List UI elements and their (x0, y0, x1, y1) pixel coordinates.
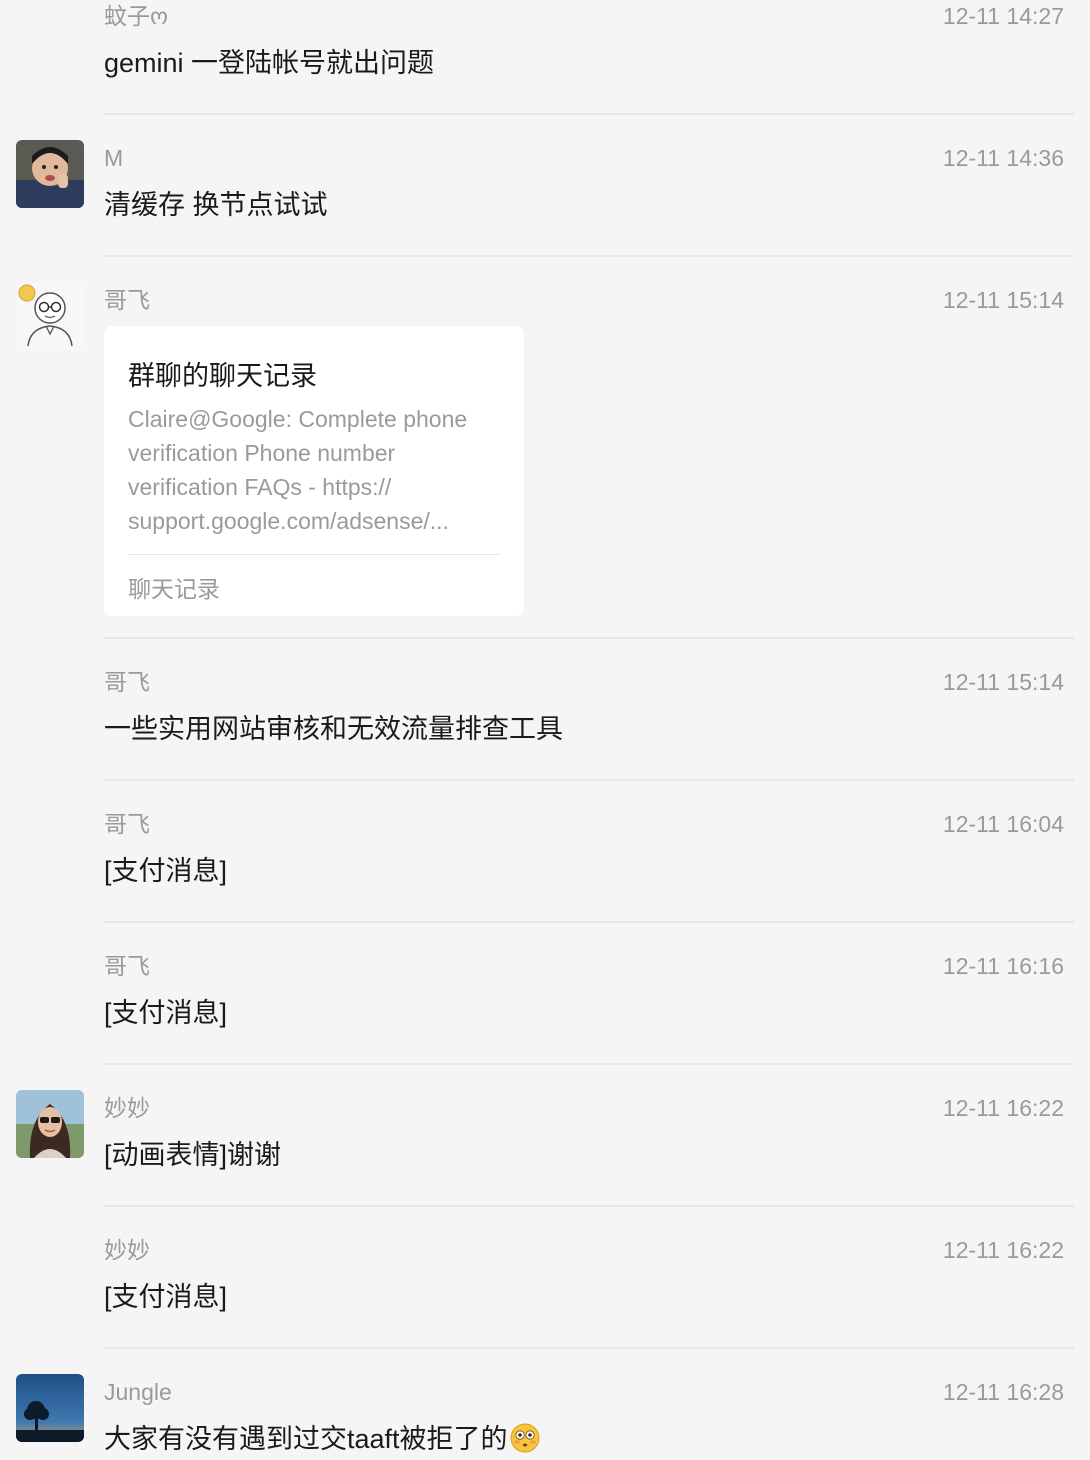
message-time: 12-11 16:04 (942, 811, 1064, 837)
flushed-face-emoji (510, 1423, 540, 1453)
message-divider (104, 779, 1074, 781)
sender-name: 哥飞 (104, 811, 150, 837)
chat-history-card[interactable]: 群聊的聊天记录 Claire@Google: Complete phone ve… (104, 326, 524, 616)
chat-message-list[interactable]: 蚊子ო 12-11 14:27 gemini 一登陆帐号就出问题 M 12-11… (0, 0, 1090, 1460)
message-time: 12-11 15:14 (942, 669, 1064, 695)
sender-name: 妙妙 (104, 1095, 150, 1121)
avatar[interactable] (16, 282, 84, 350)
sender-name: M (104, 145, 124, 171)
message-text-content: 大家有没有遇到过交taaft被拒了的 (104, 1424, 508, 1454)
message-text: 大家有没有遇到过交taaft被拒了的 (104, 1422, 540, 1456)
woman-sunglasses-avatar (16, 1090, 84, 1158)
message-divider (104, 1063, 1074, 1065)
card-footer-label: 聊天记录 (128, 576, 220, 602)
cartoon-man-glasses-avatar (16, 282, 84, 350)
card-preview-line: Claire@Google: Complete phone (128, 406, 468, 432)
message-text: 清缓存 换节点试试 (104, 190, 328, 220)
message-divider (104, 113, 1074, 115)
message-text: [支付消息] (104, 1282, 228, 1312)
message-time: 12-11 14:27 (942, 3, 1064, 29)
card-divider (128, 554, 500, 555)
message-text: gemini 一登陆帐号就出问题 (104, 48, 435, 78)
message-time: 12-11 16:16 (942, 953, 1064, 979)
sender-name: 哥飞 (104, 287, 150, 313)
sender-name: 哥飞 (104, 669, 150, 695)
message-time: 12-11 15:14 (942, 287, 1064, 313)
sender-name: 妙妙 (104, 1237, 150, 1263)
message-divider (104, 1205, 1074, 1207)
sender-name: Jungle (104, 1379, 172, 1405)
avatar[interactable] (16, 1374, 84, 1442)
sender-name: 蚊子ო (104, 3, 169, 29)
message-time: 12-11 16:22 (942, 1237, 1064, 1263)
message-text: 一些实用网站审核和无效流量排查工具 (104, 714, 563, 744)
card-preview-line: verification FAQs - https:// (128, 474, 392, 500)
message-text: [支付消息] (104, 998, 228, 1028)
message-time: 12-11 14:36 (942, 145, 1064, 171)
message-text: [动画表情]谢谢 (104, 1140, 282, 1170)
card-preview-line: support.google.com/adsense/... (128, 508, 449, 534)
sender-name: 哥飞 (104, 953, 150, 979)
avatar[interactable] (16, 1090, 84, 1158)
child-photo-avatar (16, 140, 84, 208)
card-preview-line: verification Phone number (128, 440, 396, 466)
card-title: 群聊的聊天记录 (128, 361, 317, 391)
message-divider (104, 637, 1074, 639)
tree-sunset-avatar (16, 1374, 84, 1442)
message-divider (104, 921, 1074, 923)
message-time: 12-11 16:22 (942, 1095, 1064, 1121)
message-divider (104, 255, 1074, 257)
message-time: 12-11 16:28 (942, 1379, 1064, 1405)
avatar[interactable] (16, 140, 84, 208)
message-divider (104, 1347, 1074, 1349)
message-text: [支付消息] (104, 856, 228, 886)
card-preview: Claire@Google: Complete phone verificati… (128, 402, 504, 538)
